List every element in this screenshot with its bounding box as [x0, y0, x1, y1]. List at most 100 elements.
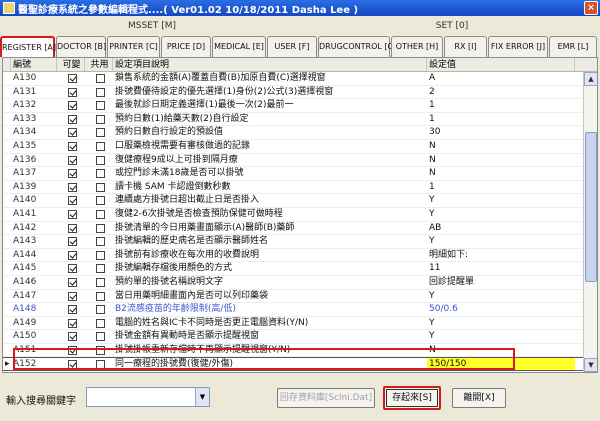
- checkbox-icon[interactable]: [67, 196, 77, 206]
- tab-rx[interactable]: RX [I]: [444, 36, 487, 57]
- variable-checkbox[interactable]: [57, 208, 85, 221]
- variable-checkbox[interactable]: [57, 72, 85, 85]
- row-value[interactable]: 1: [427, 181, 575, 194]
- row-value[interactable]: N: [427, 154, 575, 167]
- shared-checkbox[interactable]: [85, 358, 113, 370]
- variable-checkbox[interactable]: [57, 194, 85, 207]
- checkbox-icon[interactable]: [95, 155, 105, 165]
- checkbox-icon[interactable]: [67, 128, 77, 138]
- scroll-thumb[interactable]: [585, 132, 597, 282]
- checkbox-icon[interactable]: [95, 318, 105, 328]
- row-value[interactable]: 50/0.6: [427, 303, 575, 316]
- checkbox-icon[interactable]: [67, 345, 77, 355]
- row-value[interactable]: A: [427, 72, 575, 85]
- variable-checkbox[interactable]: [57, 235, 85, 248]
- tab-user[interactable]: USER [F]: [267, 36, 317, 57]
- checkbox-icon[interactable]: [67, 182, 77, 192]
- table-row[interactable]: A134 預約日數自行設定的預設值 30: [3, 126, 583, 140]
- shared-checkbox[interactable]: [85, 208, 113, 221]
- checkbox-icon[interactable]: [67, 141, 77, 151]
- exit-button[interactable]: 離開[X]: [452, 388, 506, 408]
- row-value[interactable]: Y: [427, 330, 575, 343]
- shared-checkbox[interactable]: [85, 317, 113, 330]
- checkbox-icon[interactable]: [95, 169, 105, 179]
- table-row[interactable]: A135 口服藥檢視需要有審核做過的記錄 N: [3, 140, 583, 154]
- table-row[interactable]: A139 讀卡機 SAM 卡認證倒數秒數 1: [3, 181, 583, 195]
- row-value[interactable]: 150/150: [427, 358, 575, 371]
- tab-printer[interactable]: PRINTER [C]: [107, 36, 160, 57]
- checkbox-icon[interactable]: [95, 250, 105, 260]
- shared-checkbox[interactable]: [85, 99, 113, 112]
- row-value[interactable]: N: [427, 167, 575, 180]
- tab-fix-error[interactable]: FIX ERROR [J]: [488, 36, 548, 57]
- variable-checkbox[interactable]: [57, 303, 85, 316]
- checkbox-icon[interactable]: [95, 128, 105, 138]
- table-row[interactable]: A131 掛號費優待設定的優先選擇(1)身份(2)公式(3)選擇視窗 2: [3, 86, 583, 100]
- row-value[interactable]: Y: [427, 208, 575, 221]
- table-row[interactable]: A147 當日用藥明細畫面內是否可以列印藥袋 Y: [3, 290, 583, 304]
- checkbox-icon[interactable]: [95, 277, 105, 287]
- shared-checkbox[interactable]: [85, 276, 113, 289]
- tab-doctor[interactable]: DOCTOR [B]: [56, 36, 106, 57]
- shared-checkbox[interactable]: [85, 249, 113, 262]
- table-row[interactable]: A133 預約日數(1)給藥天數(2)自行設定 1: [3, 113, 583, 127]
- table-row[interactable]: A150 掛號金額有異動時是否顯示提醒視窗 Y: [3, 330, 583, 344]
- vertical-scrollbar[interactable]: ▲ ▼: [583, 72, 597, 372]
- variable-checkbox[interactable]: [57, 262, 85, 275]
- checkbox-icon[interactable]: [67, 277, 77, 287]
- checkbox-icon[interactable]: [67, 291, 77, 301]
- shared-checkbox[interactable]: [85, 344, 113, 357]
- scroll-down-icon[interactable]: ▼: [584, 358, 597, 372]
- tab-medical[interactable]: MEDICAL [E]: [212, 36, 266, 57]
- row-value[interactable]: 11: [427, 262, 575, 275]
- row-value[interactable]: Y: [427, 235, 575, 248]
- variable-checkbox[interactable]: [57, 344, 85, 357]
- variable-checkbox[interactable]: [57, 276, 85, 289]
- checkbox-icon[interactable]: [95, 209, 105, 219]
- checkbox-icon[interactable]: [67, 360, 77, 370]
- tab-register[interactable]: REGISTER [A]: [0, 36, 56, 57]
- variable-checkbox[interactable]: [57, 99, 85, 112]
- shared-checkbox[interactable]: [85, 181, 113, 194]
- checkbox-icon[interactable]: [95, 345, 105, 355]
- column-header-code[interactable]: 編號: [11, 58, 57, 71]
- checkbox-icon[interactable]: [67, 318, 77, 328]
- variable-checkbox[interactable]: [57, 86, 85, 99]
- checkbox-icon[interactable]: [95, 141, 105, 151]
- shared-checkbox[interactable]: [85, 222, 113, 235]
- table-row[interactable]: A148 B2流感疫苗的年齡限制(高/低) 50/0.6: [3, 303, 583, 317]
- checkbox-icon[interactable]: [67, 169, 77, 179]
- checkbox-icon[interactable]: [67, 209, 77, 219]
- shared-checkbox[interactable]: [85, 154, 113, 167]
- tab-price[interactable]: PRICE [D]: [161, 36, 211, 57]
- checkbox-icon[interactable]: [67, 101, 77, 111]
- checkbox-icon[interactable]: [95, 101, 105, 111]
- checkbox-icon[interactable]: [67, 237, 77, 247]
- table-row[interactable]: A141 復健2-6次掛號是否檢查預防保健可做時程 Y: [3, 208, 583, 222]
- row-value[interactable]: Y: [427, 317, 575, 330]
- checkbox-icon[interactable]: [95, 360, 105, 370]
- variable-checkbox[interactable]: [57, 140, 85, 153]
- row-value[interactable]: AB: [427, 222, 575, 235]
- save-button[interactable]: 存起來[S]: [383, 386, 441, 410]
- table-row[interactable]: A151 掛號掛帳重新存檔時不再顯示提醒視窗(Y/N) N: [3, 344, 583, 358]
- checkbox-icon[interactable]: [67, 332, 77, 342]
- checkbox-icon[interactable]: [95, 114, 105, 124]
- checkbox-icon[interactable]: [67, 223, 77, 233]
- shared-checkbox[interactable]: [85, 262, 113, 275]
- shared-checkbox[interactable]: [85, 72, 113, 85]
- column-header-shared[interactable]: 共用: [85, 58, 113, 71]
- row-value[interactable]: 1: [427, 99, 575, 112]
- table-row[interactable]: A136 復健療程9成以上可掛到隔月療 N: [3, 154, 583, 168]
- variable-checkbox[interactable]: [57, 290, 85, 303]
- variable-checkbox[interactable]: [57, 249, 85, 262]
- column-header-variable[interactable]: 可變: [57, 58, 85, 71]
- row-value[interactable]: N: [427, 344, 575, 357]
- search-input[interactable]: ▼: [86, 387, 210, 407]
- shared-checkbox[interactable]: [85, 113, 113, 126]
- table-row[interactable]: A145 掛號編輯存檔後用顏色的方式 11: [3, 262, 583, 276]
- row-value[interactable]: Y: [427, 290, 575, 303]
- checkbox-icon[interactable]: [95, 182, 105, 192]
- table-row[interactable]: A140 連續處方掛號日超出截止日是否掛入 Y: [3, 194, 583, 208]
- close-button[interactable]: ×: [584, 1, 598, 15]
